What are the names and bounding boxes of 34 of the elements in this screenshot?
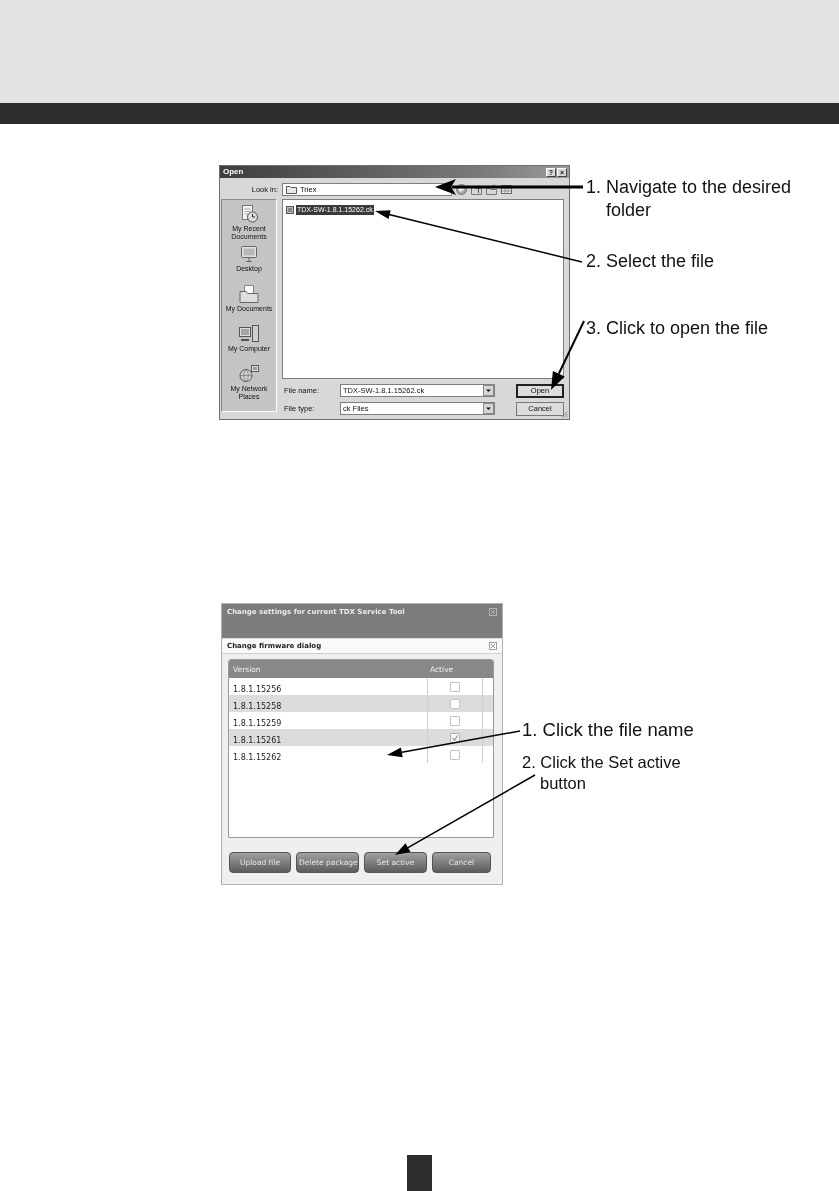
computer-icon <box>239 325 259 343</box>
table-cell: 1.8.1.15261 <box>233 736 282 745</box>
checkbox[interactable] <box>450 749 460 760</box>
table-cell: 1.8.1.15256 <box>233 685 282 694</box>
folder-icon <box>286 184 297 194</box>
up-folder-icon[interactable] <box>471 183 482 195</box>
callout-text: 2. Click the Set active button <box>522 752 682 794</box>
callout-text: 1. Navigate to the desired folder <box>586 176 793 222</box>
view-menu-icon[interactable] <box>501 183 512 195</box>
table-row[interactable]: 1.8.1.15261 <box>229 729 493 746</box>
folder-documents-icon <box>239 285 259 303</box>
table-row[interactable]: 1.8.1.15258 <box>229 695 493 712</box>
document-clock-icon <box>239 205 259 223</box>
new-folder-icon[interactable] <box>486 183 497 195</box>
caret-icon[interactable] <box>483 403 494 414</box>
table-cell: 1.8.1.15262 <box>233 753 282 762</box>
resize-grip-icon[interactable] <box>561 411 568 418</box>
globe-computer-icon <box>239 365 259 383</box>
page-footer-block <box>407 1155 432 1191</box>
back-icon[interactable] <box>456 183 467 195</box>
callout-text: 1. Click the file name <box>522 719 695 741</box>
checkbox[interactable] <box>450 732 460 743</box>
window-title: Open <box>223 167 245 177</box>
caret-icon[interactable] <box>483 385 494 396</box>
table-cell: 1.8.1.15259 <box>233 719 282 728</box>
file-icon <box>286 206 294 214</box>
table-cell: 1.8.1.15258 <box>233 702 282 711</box>
checkbox[interactable] <box>450 681 460 692</box>
checkbox[interactable] <box>450 715 460 726</box>
callout-text: 3. Click to open the file <box>586 317 770 340</box>
monitor-icon <box>239 245 259 263</box>
checkbox[interactable] <box>450 698 460 709</box>
pointer-arrow <box>551 320 585 390</box>
callout-text: 2. Select the file <box>586 250 716 273</box>
